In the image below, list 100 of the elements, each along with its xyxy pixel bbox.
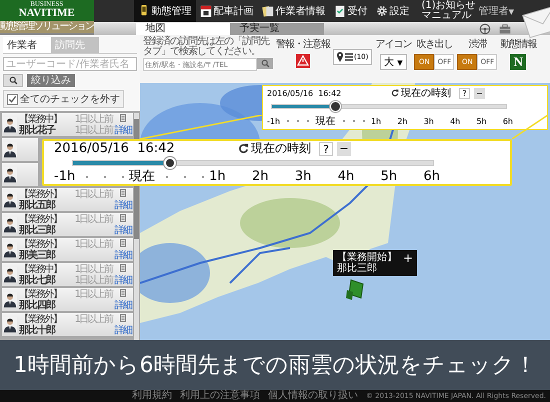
search-icon — [260, 59, 270, 68]
footer-link[interactable]: 利用上の注意事項 — [180, 390, 260, 402]
worker-status: 【業務外】 — [19, 314, 62, 324]
worker-card[interactable]: 【業務外】 那美三郎 1日以上前 詳細 — [2, 238, 133, 261]
detail-link[interactable]: 詳細 — [114, 324, 132, 336]
time-scale-label: -1h — [267, 116, 280, 126]
detail-link[interactable]: 詳細 — [114, 250, 132, 260]
check-icon — [8, 94, 17, 104]
worker-card[interactable]: 【業務中】 那比花子 1日以上前 1日以上前 詳細 — [2, 113, 133, 136]
worker-status: 【業務外】 — [19, 238, 62, 250]
document-icon[interactable] — [120, 114, 126, 122]
worker-status: 【業務中】 — [19, 264, 62, 274]
popup-name: 那比三郎 — [337, 263, 378, 274]
clipboard-icon — [334, 4, 346, 18]
time-scale-label: 5h — [380, 170, 398, 184]
slider-thumb[interactable] — [164, 157, 176, 169]
footer-link[interactable]: 利用規約 — [132, 390, 172, 402]
update-time: 1日以上前 — [74, 288, 112, 300]
expand-button[interactable]: + — [403, 252, 414, 264]
worker-card[interactable]: 【業務中】 那比七郎 1日以上前 1日以上前 詳細 — [2, 263, 133, 286]
briefcase-icon[interactable] — [499, 23, 512, 35]
worker-card[interactable]: 【業務外】 那比四郎 1日以上前 詳細 — [2, 288, 133, 311]
worker-search-field[interactable]: ユーザーコード/作業者氏名 — [3, 57, 137, 71]
time-scale-label: 現在 — [129, 170, 156, 184]
status-info-button[interactable]: N — [510, 54, 526, 70]
worker-status: 【業務外】 — [19, 188, 62, 200]
search-icon — [8, 76, 18, 85]
nav-tab[interactable]: 設定 — [372, 0, 414, 22]
time-scale-label: -1h — [54, 170, 76, 184]
nav-tab[interactable]: 動態管理 — [134, 0, 196, 22]
checkbox[interactable] — [7, 94, 18, 104]
search-button[interactable] — [3, 74, 23, 87]
slider-thumb[interactable] — [330, 101, 341, 112]
date-time-text: 2016/05/16 16:42 — [267, 88, 342, 98]
document-icon[interactable] — [120, 264, 126, 272]
sidebar-tab[interactable]: 作業者 — [3, 37, 51, 53]
document-icon[interactable] — [120, 314, 126, 322]
worker-name: 那比三郎 — [19, 224, 56, 236]
current-time-button[interactable]: 現在の時刻 — [238, 140, 311, 157]
worker-card[interactable]: 【業務外】 那比十郎 1日以上前 詳細 — [2, 313, 133, 336]
cards-icon — [262, 4, 274, 18]
marker-popup[interactable]: 【業務開始】 那比三郎 + — [333, 250, 418, 276]
minimize-button[interactable]: − — [474, 88, 485, 98]
marker-icon[interactable] — [345, 278, 365, 302]
update-time: 1日以上前 — [74, 314, 112, 324]
detail-link[interactable]: 詳細 — [114, 224, 132, 236]
gear-icon — [376, 4, 388, 18]
filter-button[interactable]: 絞り込み — [27, 74, 75, 87]
document-icon[interactable] — [120, 238, 126, 246]
worker-card[interactable]: 【業務外】 那比五郎 1日以上前 詳細 — [2, 188, 133, 211]
steering-wheel-icon[interactable] — [479, 23, 492, 35]
time-scale-label: 3h — [294, 170, 312, 184]
date-time-text: 2016/05/16 16:42 — [54, 141, 176, 156]
detail-link[interactable]: 詳細 — [114, 274, 132, 286]
time-slider[interactable] — [72, 157, 434, 169]
footer-link[interactable]: 個人情報の取り扱い — [268, 390, 358, 402]
update-time: 1日以上前 — [74, 214, 112, 224]
warning-label: 警報・注意報 — [276, 38, 330, 51]
time-scale-label: 4h — [338, 170, 354, 184]
toggle-label: 吹き出し — [416, 38, 452, 51]
update-time: 1日以上前 — [74, 114, 112, 124]
worker-name: 那比七郎 — [19, 274, 56, 286]
nav-tab[interactable]: 配車計画 — [196, 0, 258, 22]
time-scale-label: 3h — [424, 116, 434, 126]
worker-card[interactable] — [2, 138, 38, 161]
pin-list-icon — [337, 51, 353, 63]
nav-tab[interactable]: 受付 — [330, 0, 372, 22]
nav-tab[interactable]: 作業者情報 — [258, 0, 330, 22]
help-button[interactable]: ? — [459, 88, 470, 98]
time-scale-label: 4h — [450, 116, 460, 126]
update-time: 1日以上前 — [74, 238, 112, 250]
detail-link[interactable]: 詳細 — [114, 200, 132, 210]
detail-link[interactable]: 詳細 — [114, 124, 132, 136]
manual-link[interactable]: マニュアル — [422, 11, 476, 21]
update-time: 1日以上前 — [74, 264, 112, 274]
document-icon[interactable] — [120, 288, 126, 296]
current-time-button[interactable]: 現在の時刻 — [391, 86, 451, 100]
reload-icon — [391, 89, 399, 97]
notice-link[interactable]: (1)お知らせ — [422, 1, 476, 11]
popup-status: 【業務開始】 — [337, 252, 397, 263]
worker-card[interactable] — [2, 163, 38, 186]
view-tab[interactable]: 予実一覧 — [230, 23, 324, 35]
minimize-button[interactable]: − — [337, 142, 351, 156]
toggle-label: 渋滞 — [468, 38, 486, 51]
worker-status: 【業務外】 — [19, 214, 62, 224]
worker-name: 那比五郎 — [19, 200, 56, 210]
uncheck-all-button[interactable]: 全てのチェックを外す — [3, 90, 124, 108]
document-icon[interactable] — [120, 214, 126, 222]
logo-subtitle: 動態管理ソリューション — [0, 21, 94, 33]
logo-text: NAVITIME — [18, 8, 75, 19]
time-scale-label: 6h — [502, 116, 513, 126]
warning-icon[interactable] — [296, 54, 310, 68]
detail-link[interactable]: 詳細 — [114, 300, 132, 310]
worker-card[interactable]: 【業務外】 那比三郎 1日以上前 詳細 — [2, 213, 133, 236]
help-button[interactable]: ? — [319, 142, 333, 156]
document-icon[interactable] — [120, 188, 126, 196]
view-tab[interactable]: 地図 — [136, 23, 230, 35]
update-time: 1日以上前 — [74, 274, 112, 286]
time-scale-label: 5h — [476, 116, 487, 126]
time-scale-label: 1h — [370, 116, 382, 126]
